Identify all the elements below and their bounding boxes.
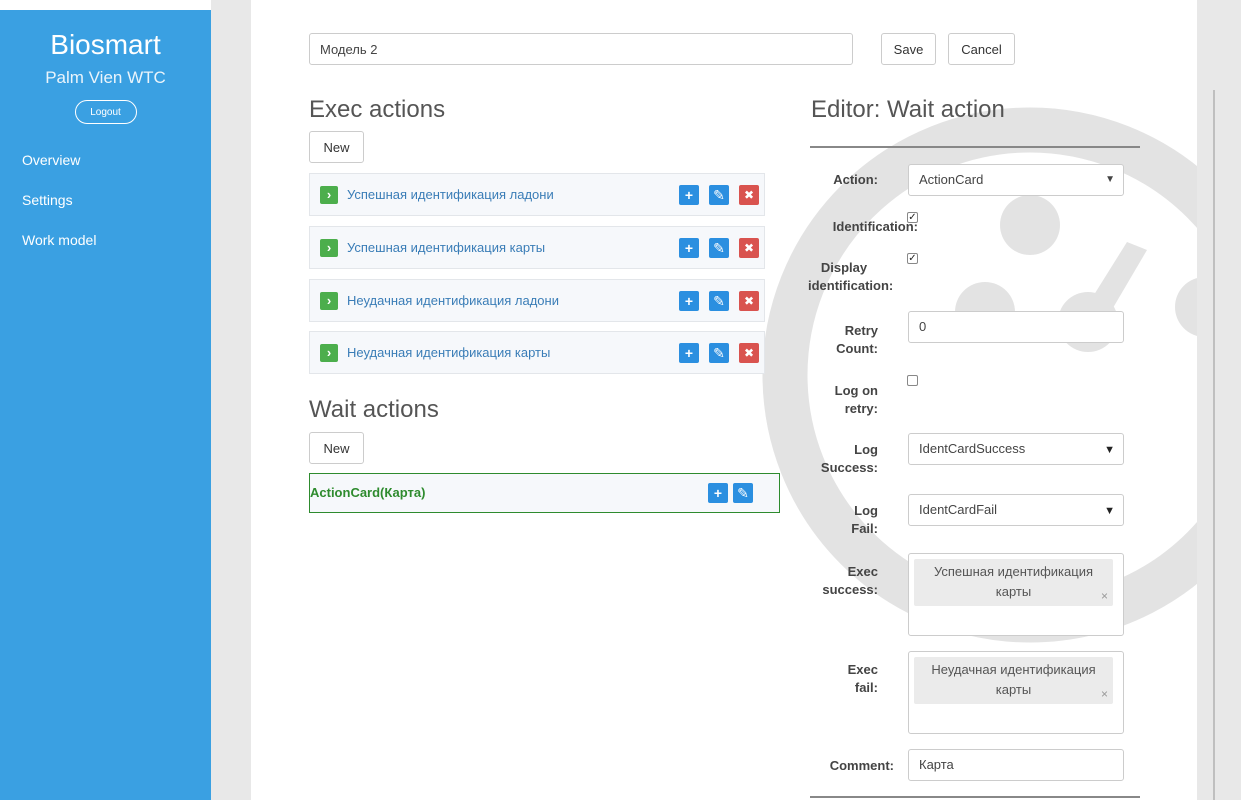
exec-fail-multiselect[interactable]: Неудачная идентификация карты × [908,651,1124,734]
sidebar-nav: Overview Settings Work model [0,150,211,270]
action-select-value: ActionCard [919,172,984,187]
plus-icon[interactable]: + [679,343,699,363]
log-fail-select[interactable]: IdentCardFail ▼ [908,494,1124,526]
new-wait-action-button[interactable]: New [309,432,364,464]
close-icon[interactable]: ✖ [739,238,759,258]
exec-fail-tag-line2: карты [995,682,1032,697]
comment-input[interactable]: Карта [908,749,1124,781]
exec-success-multiselect[interactable]: Успешная идентификация карты × [908,553,1124,636]
exec-action-label[interactable]: Неудачная идентификация ладони [347,293,559,308]
exec-success-label-1: Exec [847,564,878,579]
exec-action-row[interactable]: › Неудачная идентификация ладони + ✎ ✖ [309,279,765,322]
exec-action-row[interactable]: › Успешная идентификация ладони + ✎ ✖ [309,173,765,216]
edit-icon[interactable]: ✎ [709,238,729,258]
comment-value: Карта [919,757,954,772]
display-identification-checkbox[interactable]: ✓ [907,253,918,264]
chevron-right-icon[interactable]: › [320,292,338,310]
wait-action-label[interactable]: ActionCard(Карта) [310,485,425,500]
remove-tag-icon[interactable]: × [1101,688,1108,700]
display-identification-label-2: identification: [808,278,894,293]
plus-icon[interactable]: + [679,291,699,311]
new-exec-action-button[interactable]: New [309,131,364,163]
save-button[interactable]: Save [881,33,936,65]
plus-icon[interactable]: + [708,483,728,503]
edit-icon[interactable]: ✎ [709,291,729,311]
plus-icon[interactable]: + [679,185,699,205]
action-label: Action: [833,172,878,187]
log-on-retry-label-2: retry: [844,401,878,416]
plus-icon[interactable]: + [679,238,699,258]
remove-tag-icon[interactable]: × [1101,590,1108,602]
chevron-right-icon[interactable]: › [320,186,338,204]
edit-icon[interactable]: ✎ [733,483,753,503]
close-icon[interactable]: ✖ [739,343,759,363]
retry-count-label-2: Count: [836,341,878,356]
close-icon[interactable]: ✖ [739,185,759,205]
editor-divider [810,146,1140,148]
exec-action-row[interactable]: › Неудачная идентификация карты + ✎ ✖ [309,331,765,374]
identification-label: Identification: [832,219,918,234]
left-gutter [211,0,251,800]
exec-action-row[interactable]: › Успешная идентификация карты + ✎ ✖ [309,226,765,269]
log-fail-value: IdentCardFail [919,502,998,517]
close-icon[interactable]: ✖ [739,291,759,311]
sidebar-item-work-model[interactable]: Work model [0,230,211,270]
cancel-button[interactable]: Cancel [948,33,1015,65]
log-fail-label-2: Fail: [851,521,878,536]
exec-fail-label-1: Exec [847,662,878,677]
exec-success-tag-line1: Успешная идентификация [933,564,1094,579]
edit-icon[interactable]: ✎ [709,343,729,363]
exec-action-label[interactable]: Успешная идентификация ладони [347,187,554,202]
exec-success-tag[interactable]: Успешная идентификация карты × [914,559,1113,606]
comment-label: Comment: [829,758,894,773]
exec-fail-label-2: fail: [854,680,878,695]
editor-bottom-divider [810,796,1140,798]
edit-icon[interactable]: ✎ [709,185,729,205]
log-success-label-2: Success: [820,460,878,475]
identification-checkbox[interactable]: ✓ [907,212,918,223]
right-gutter [1197,0,1241,800]
exec-action-label[interactable]: Неудачная идентификация карты [347,345,550,360]
retry-count-value: 0 [919,319,927,334]
action-select[interactable]: ActionCard ▼ [908,164,1124,196]
brand-subtitle: Palm Vien WTC [45,68,166,87]
chevron-right-icon[interactable]: › [320,344,338,362]
log-success-select[interactable]: IdentCardSuccess ▼ [908,433,1124,465]
logout-button[interactable]: Logout [74,100,137,124]
log-fail-label-1: Log [854,503,878,518]
log-success-value: IdentCardSuccess [919,441,1026,456]
retry-count-input[interactable]: 0 [908,311,1124,343]
exec-success-label-2: success: [822,582,878,597]
display-identification-label-1: Display [820,260,868,275]
exec-fail-tag[interactable]: Неудачная идентификация карты × [914,657,1113,704]
sidebar-item-settings[interactable]: Settings [0,190,211,230]
log-on-retry-checkbox[interactable] [907,375,918,386]
sidebar: Biosmart Palm Vien WTC Logout Overview S… [0,10,211,800]
retry-count-label-1: Retry [844,323,878,338]
exec-success-tag-line2: карты [995,584,1032,599]
caret-down-icon: ▼ [1104,505,1115,517]
exec-action-label[interactable]: Успешная идентификация карты [347,240,545,255]
wait-actions-title: Wait actions [309,396,439,423]
editor-title: Editor: Wait action [811,96,1005,123]
exec-actions-title: Exec actions [309,96,446,123]
exec-fail-tag-line1: Неудачная идентификация [931,662,1096,677]
caret-down-icon: ▼ [1105,174,1115,185]
log-on-retry-label-1: Log on [834,383,878,398]
chevron-right-icon[interactable]: › [320,239,338,257]
model-name-input[interactable] [309,33,853,65]
wait-action-row[interactable]: ActionCard(Карта) + ✎ [309,473,780,513]
log-success-label-1: Log [854,442,878,457]
caret-down-icon: ▼ [1104,444,1115,456]
scrollbar[interactable] [1213,90,1215,800]
sidebar-item-overview[interactable]: Overview [0,150,211,190]
brand-title: Biosmart [50,29,161,60]
